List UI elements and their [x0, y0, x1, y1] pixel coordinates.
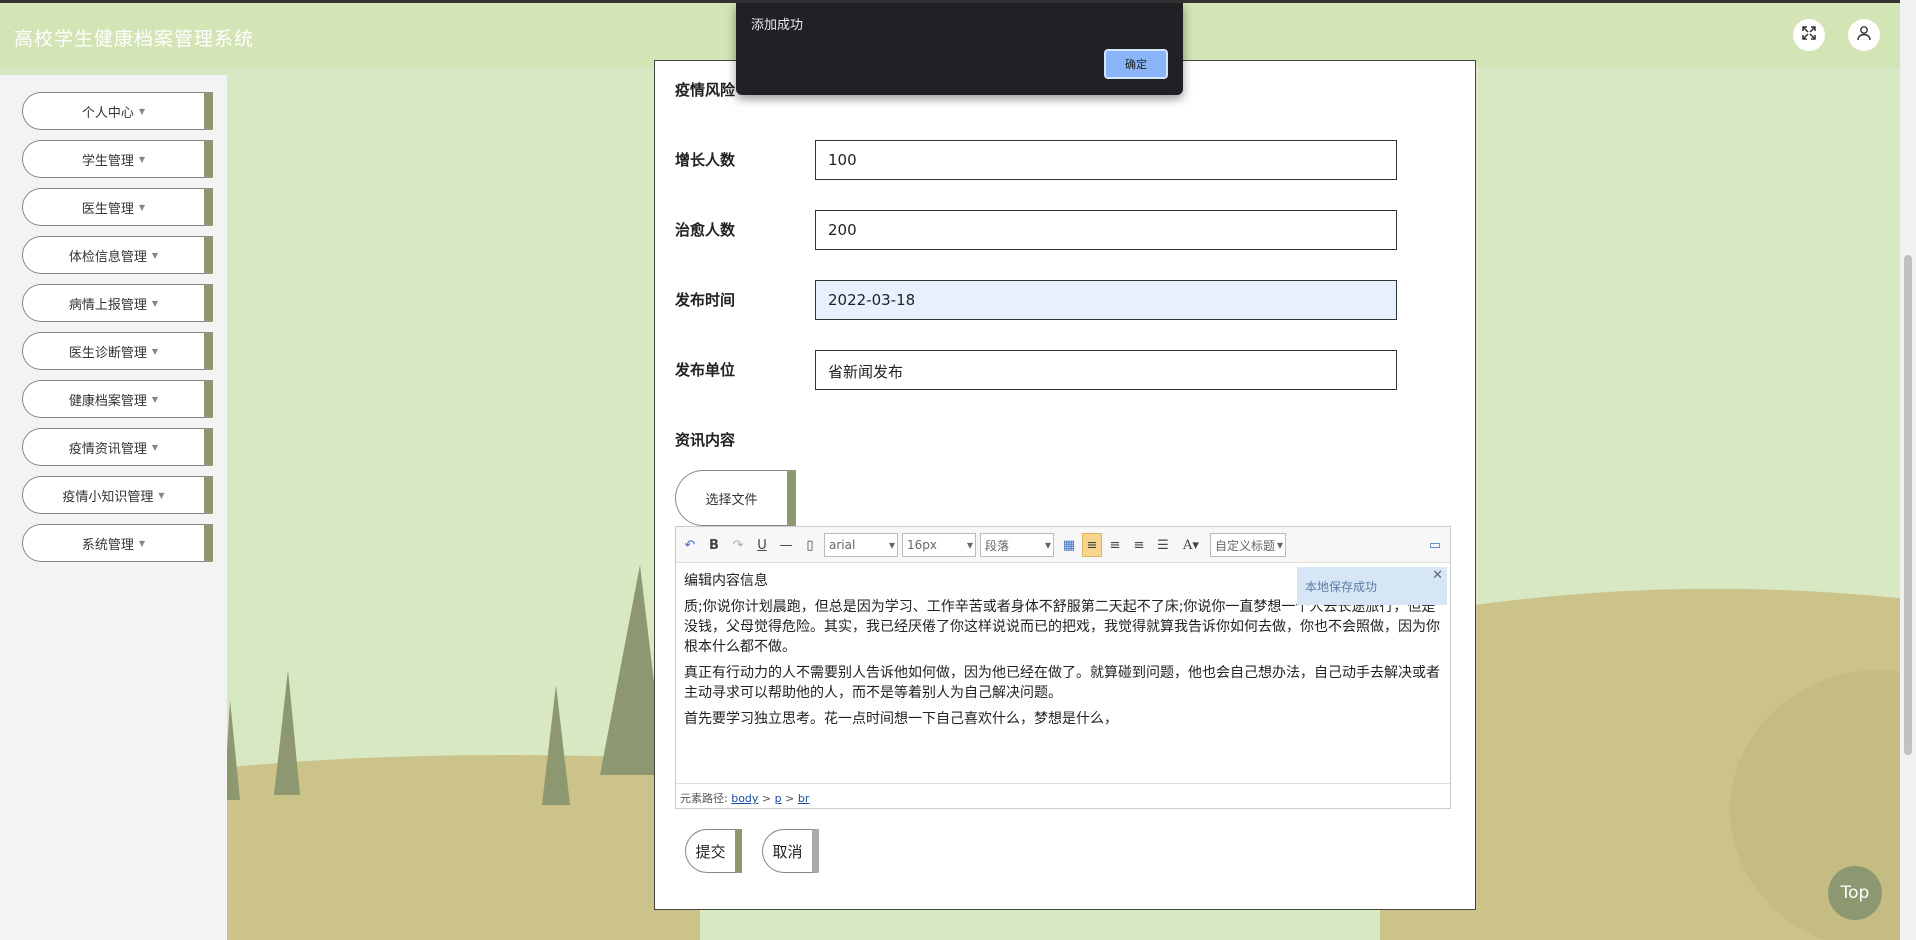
back-to-top-button[interactable]: Top	[1828, 866, 1882, 920]
undo-icon[interactable]: ↶	[682, 533, 698, 557]
custom-title-value: 自定义标题	[1215, 538, 1276, 553]
sidebar-item-students[interactable]: 学生管理 ▼	[22, 140, 213, 178]
element-path-bar: 元素路径: body > p > br	[676, 783, 1450, 808]
sidebar-item-label: 疫情资讯管理	[68, 441, 147, 457]
content-label: 资讯内容	[675, 431, 736, 449]
sidebar-item-label: 疫情小知识管理	[62, 489, 154, 505]
sidebar-item-health-records[interactable]: 健康档案管理 ▼	[22, 380, 213, 418]
path-link-p[interactable]: p	[775, 792, 782, 805]
sidebar-item-label: 健康档案管理	[68, 393, 147, 409]
sidebar-item-epidemic-news[interactable]: 疫情资讯管理 ▼	[22, 428, 213, 466]
sidebar: 个人中心 ▼ 学生管理 ▼ 医生管理 ▼ 体检信息管理 ▼ 病情上报管理 ▼ 医生诊断管理…	[0, 75, 227, 940]
align-center-icon[interactable]: ≡	[1130, 533, 1148, 557]
font-family-select[interactable]: arial ▾	[824, 533, 898, 557]
user-icon	[1856, 25, 1872, 45]
fullscreen-icon	[1801, 25, 1817, 45]
caret-down-icon: ▼	[158, 490, 165, 500]
font-size-value: 16px	[907, 538, 937, 552]
underline-icon[interactable]: U	[754, 533, 770, 557]
caret-down-icon: ▼	[138, 202, 146, 212]
cured-input[interactable]: 200	[815, 210, 1397, 250]
app-title: 高校学生健康档案管理系统	[14, 28, 255, 50]
sidebar-item-label: 医生管理	[81, 201, 134, 217]
caret-down-icon: ▾	[888, 538, 895, 552]
path-link-body[interactable]: body	[731, 792, 758, 805]
content-paragraph: 首先要学习独立思考。花一点时间想一下自己喜欢什么，梦想是什么，	[684, 711, 1118, 727]
sidebar-item-label: 学生管理	[81, 153, 134, 169]
risk-label: 疫情风险	[675, 81, 736, 99]
alert-message: 添加成功	[751, 18, 804, 33]
path-link-br[interactable]: br	[798, 792, 810, 805]
scrollbar-thumb[interactable]	[1904, 255, 1912, 755]
choose-file-button[interactable]: 选择文件	[675, 470, 796, 526]
rich-text-editor: ↶ B ↷ U — ▯ arial ▾ 16px ▾ 段落 ▾ ▦ ≡ ≡ ≡ ☰ A…	[675, 526, 1451, 809]
paragraph-value: 段落	[985, 538, 1010, 553]
form-panel: 疫情风险 增长人数 100 治愈人数 200 发布时间 2022-03-18 发…	[654, 60, 1476, 910]
ok-button[interactable]: 确定	[1104, 49, 1168, 79]
sidebar-item-label: 体检信息管理	[68, 249, 147, 265]
sidebar-item-system[interactable]: 系统管理 ▼	[22, 524, 213, 562]
sidebar-item-exams[interactable]: 体检信息管理 ▼	[22, 236, 213, 274]
autosave-notice-text: 本地保存成功	[1305, 580, 1378, 594]
font-color-icon[interactable]: A▾	[1178, 533, 1204, 557]
autosave-notice: 本地保存成功 ✕	[1297, 567, 1447, 605]
content-paragraph: 真正有行动力的人不需要别人告诉他如何做，因为他已经在做了。就算碰到问题，他也会自…	[684, 665, 1440, 701]
sidebar-item-personal-center[interactable]: 个人中心 ▼	[22, 92, 213, 130]
font-family-value: arial	[829, 538, 856, 552]
font-size-select[interactable]: 16px ▾	[902, 533, 976, 557]
unit-input[interactable]: 省新闻发布	[815, 350, 1397, 390]
increase-label: 增长人数	[675, 151, 736, 169]
align-right-icon[interactable]: ≡	[1106, 533, 1124, 557]
caret-down-icon: ▼	[138, 106, 146, 116]
page-icon[interactable]: ▯	[802, 533, 818, 557]
caret-down-icon: ▼	[138, 154, 146, 164]
date-input[interactable]: 2022-03-18	[815, 280, 1397, 320]
date-label: 发布时间	[675, 291, 736, 309]
caret-down-icon: ▾	[966, 538, 973, 552]
sidebar-item-diagnoses[interactable]: 医生诊断管理 ▼	[22, 332, 213, 370]
custom-title-select[interactable]: 自定义标题 ▾	[1210, 533, 1286, 557]
caret-down-icon: ▼	[151, 346, 159, 356]
increase-input[interactable]: 100	[815, 140, 1397, 180]
sidebar-item-illness-reports[interactable]: 病情上报管理 ▼	[22, 284, 213, 322]
element-path-label: 元素路径:	[680, 792, 728, 805]
close-icon[interactable]: ✕	[1432, 568, 1443, 583]
caret-down-icon: ▼	[151, 442, 159, 452]
sidebar-item-label: 系统管理	[81, 537, 134, 553]
caret-down-icon: ▼	[138, 538, 146, 548]
editor-toolbar: ↶ B ↷ U — ▯ arial ▾ 16px ▾ 段落 ▾ ▦ ≡ ≡ ≡ ☰ A…	[676, 527, 1450, 563]
submit-button[interactable]: 提交	[685, 829, 742, 873]
caret-down-icon: ▼	[151, 394, 159, 404]
sidebar-item-doctors[interactable]: 医生管理 ▼	[22, 188, 213, 226]
user-button[interactable]	[1848, 19, 1880, 51]
content-paragraph: 质;你说你计划晨跑，但总是因为学习、工作辛苦或者身体不舒服第二天起不了床;你说你…	[684, 599, 1440, 655]
horizontal-rule-icon[interactable]: —	[778, 533, 794, 557]
caret-down-icon: ▼	[151, 298, 159, 308]
paragraph-select[interactable]: 段落 ▾	[980, 533, 1054, 557]
sidebar-item-label: 个人中心	[81, 105, 134, 121]
align-justify-icon[interactable]: ☰	[1154, 533, 1172, 557]
sidebar-item-label: 医生诊断管理	[68, 345, 147, 361]
redo-icon[interactable]: ↷	[730, 533, 746, 557]
page-scrollbar[interactable]	[1900, 0, 1916, 940]
bold-icon[interactable]: B	[706, 533, 722, 557]
alert-dialog: 添加成功 确定	[736, 3, 1183, 95]
fullscreen-button[interactable]	[1793, 19, 1825, 51]
unit-label: 发布单位	[675, 361, 736, 379]
caret-down-icon: ▾	[1276, 538, 1283, 552]
sidebar-item-label: 病情上报管理	[68, 297, 147, 313]
cured-label: 治愈人数	[675, 221, 736, 239]
align-left-icon[interactable]: ≡	[1082, 533, 1102, 557]
caret-down-icon: ▼	[151, 250, 159, 260]
preview-icon[interactable]: ▭	[1426, 533, 1444, 557]
sidebar-item-epidemic-tips[interactable]: 疫情小知识管理 ▼	[22, 476, 213, 514]
table-icon[interactable]: ▦	[1060, 533, 1078, 557]
cancel-button[interactable]: 取消	[762, 829, 819, 873]
caret-down-icon: ▾	[1044, 538, 1051, 552]
